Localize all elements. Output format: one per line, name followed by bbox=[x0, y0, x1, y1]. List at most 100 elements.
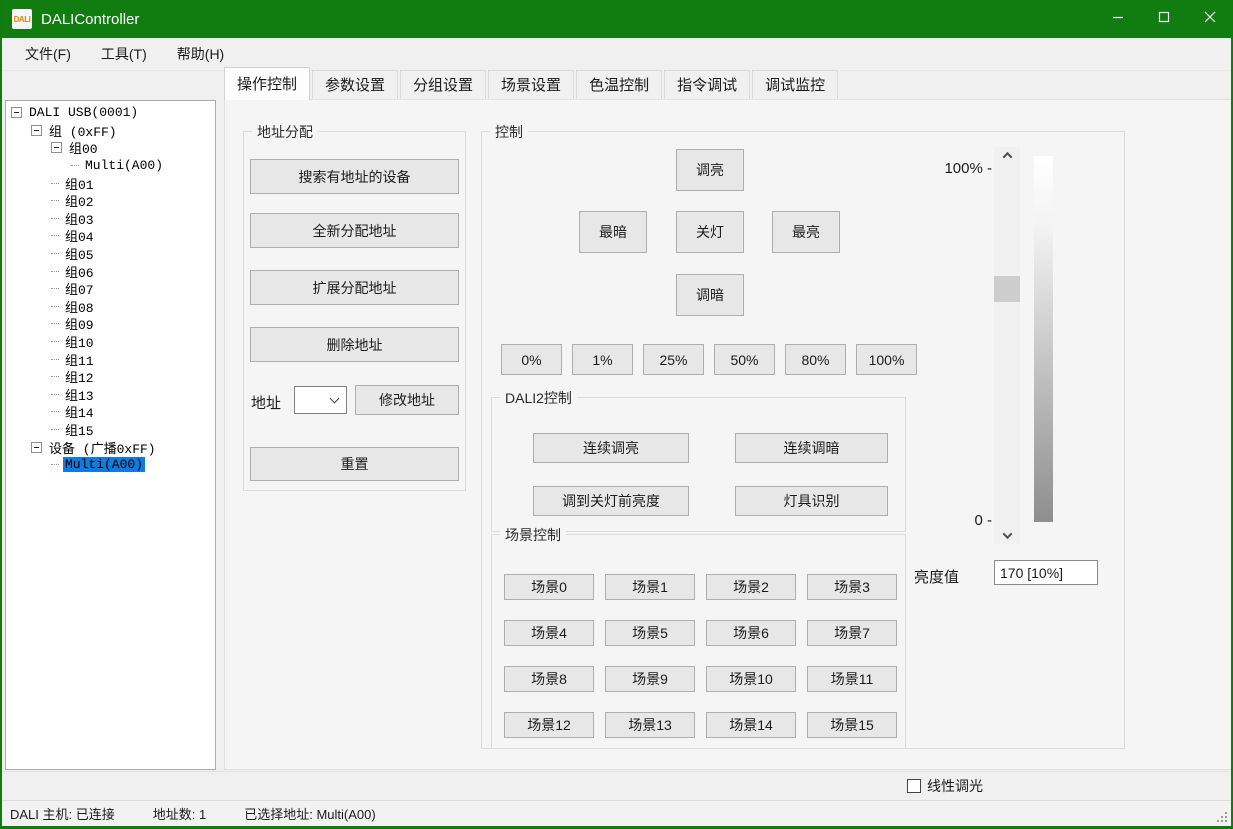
tab-5[interactable]: 指令调试 bbox=[664, 70, 750, 99]
scene-button-12[interactable]: 场景12 bbox=[504, 712, 594, 738]
tree-item[interactable]: 组13 bbox=[6, 386, 215, 404]
min-brightness-button[interactable]: 最暗 bbox=[579, 211, 647, 253]
scene-buttons: 场景0 场景1 场景2 场景3 场景4 场景5 场景6 场景7 场景8 场景9 场景10 场景11 场景… bbox=[504, 574, 897, 738]
minus-glyph bbox=[34, 130, 39, 131]
tree-item[interactable]: 组03 bbox=[6, 210, 215, 228]
tree-item[interactable]: 组11 bbox=[6, 350, 215, 368]
scene-button-2[interactable]: 场景2 bbox=[706, 574, 796, 600]
tree-item[interactable]: 组08 bbox=[6, 298, 215, 316]
menu-item-0[interactable]: 文件(F) bbox=[10, 37, 86, 71]
tree-item-label: 组 (0xFF) bbox=[47, 121, 119, 140]
scene-button-1[interactable]: 场景1 bbox=[605, 574, 695, 600]
menu-item-1[interactable]: 工具(T) bbox=[86, 37, 162, 71]
tree-item[interactable]: 组06 bbox=[6, 262, 215, 280]
scene-button-11[interactable]: 场景11 bbox=[807, 666, 897, 692]
dali2-button-1[interactable]: 连续调暗 bbox=[735, 433, 888, 463]
tree-item[interactable]: 组15 bbox=[6, 421, 215, 439]
scene-button-4[interactable]: 场景4 bbox=[504, 620, 594, 646]
scene-button-13[interactable]: 场景13 bbox=[605, 712, 695, 738]
percent-button-3[interactable]: 50% bbox=[714, 344, 775, 375]
tree-item[interactable]: 设备 (广播0xFF) bbox=[6, 438, 215, 456]
address-button-1[interactable]: 全新分配地址 bbox=[250, 213, 459, 248]
minimize-button[interactable] bbox=[1095, 0, 1141, 38]
reset-button[interactable]: 重置 bbox=[250, 447, 459, 481]
address-button-3[interactable]: 删除地址 bbox=[250, 327, 459, 362]
tree-item-label: 组14 bbox=[63, 402, 96, 421]
modify-address-button[interactable]: 修改地址 bbox=[355, 385, 459, 415]
window-title: DALIController bbox=[41, 11, 139, 28]
tree-item[interactable]: 组14 bbox=[6, 403, 215, 421]
scrollbar-thumb[interactable] bbox=[994, 276, 1020, 302]
tree-item[interactable]: 组10 bbox=[6, 333, 215, 351]
dali2-button-3[interactable]: 灯具识别 bbox=[735, 486, 888, 516]
scene-button-0[interactable]: 场景0 bbox=[504, 574, 594, 600]
scene-button-10[interactable]: 场景10 bbox=[706, 666, 796, 692]
tab-3[interactable]: 场景设置 bbox=[488, 70, 574, 99]
tree-expander-icon[interactable] bbox=[31, 125, 42, 136]
scene-button-7[interactable]: 场景7 bbox=[807, 620, 897, 646]
scene-button-14[interactable]: 场景14 bbox=[706, 712, 796, 738]
tree-item[interactable]: 组00 bbox=[6, 139, 215, 157]
brightness-scrollbar[interactable] bbox=[994, 147, 1020, 544]
lamp-off-button[interactable]: 关灯 bbox=[676, 211, 744, 253]
percent-button-5[interactable]: 100% bbox=[856, 344, 917, 375]
linear-dimming-checkbox[interactable] bbox=[907, 779, 921, 793]
tree-item[interactable]: DALI USB(0001) bbox=[6, 104, 215, 122]
tab-4[interactable]: 色温控制 bbox=[576, 70, 662, 99]
tree-item[interactable]: Multi(A00) bbox=[6, 157, 215, 175]
tree-connector bbox=[51, 341, 59, 342]
maximize-button[interactable] bbox=[1141, 0, 1187, 38]
tree-item[interactable]: 组05 bbox=[6, 245, 215, 263]
tree-item-label: 组03 bbox=[63, 209, 96, 228]
address-group-title: 地址分配 bbox=[252, 122, 318, 142]
menu-item-2[interactable]: 帮助(H) bbox=[162, 37, 239, 71]
dim-button[interactable]: 调暗 bbox=[676, 274, 744, 316]
max-brightness-button[interactable]: 最亮 bbox=[772, 211, 840, 253]
tab-1[interactable]: 参数设置 bbox=[312, 70, 398, 99]
dali2-button-0[interactable]: 连续调亮 bbox=[533, 433, 689, 463]
tree-connector bbox=[51, 306, 59, 307]
tree-connector bbox=[51, 235, 59, 236]
tree-item[interactable]: 组02 bbox=[6, 192, 215, 210]
tab-2[interactable]: 分组设置 bbox=[400, 70, 486, 99]
brighten-button[interactable]: 调亮 bbox=[676, 149, 744, 191]
scene-button-9[interactable]: 场景9 bbox=[605, 666, 695, 692]
close-button[interactable] bbox=[1187, 0, 1233, 38]
tree-item-label: 组15 bbox=[63, 420, 96, 439]
address-button-2[interactable]: 扩展分配地址 bbox=[250, 270, 459, 305]
device-tree: DALI USB(0001)组 (0xFF)组00Multi(A00)组01组0… bbox=[5, 100, 216, 770]
scene-button-15[interactable]: 场景15 bbox=[807, 712, 897, 738]
address-assignment-group: 地址分配 搜索有地址的设备全新分配地址扩展分配地址删除地址 地址 修改地址 重置 bbox=[243, 131, 466, 491]
scene-button-6[interactable]: 场景6 bbox=[706, 620, 796, 646]
dali2-button-2[interactable]: 调到关灯前亮度 bbox=[533, 486, 689, 516]
address-button-0[interactable]: 搜索有地址的设备 bbox=[250, 159, 459, 194]
scene-button-8[interactable]: 场景8 bbox=[504, 666, 594, 692]
scroll-down-button[interactable] bbox=[994, 527, 1020, 544]
scroll-up-button[interactable] bbox=[994, 147, 1020, 164]
tree-item[interactable]: 组09 bbox=[6, 315, 215, 333]
percent-button-0[interactable]: 0% bbox=[501, 344, 562, 375]
tab-6[interactable]: 调试监控 bbox=[752, 70, 838, 99]
tree-item[interactable]: 组 (0xFF) bbox=[6, 122, 215, 140]
tree-expander-icon[interactable] bbox=[51, 142, 62, 153]
tab-0[interactable]: 操作控制 bbox=[224, 67, 310, 100]
percent-button-1[interactable]: 1% bbox=[572, 344, 633, 375]
tree-item[interactable]: 组01 bbox=[6, 174, 215, 192]
tree-item[interactable]: 组07 bbox=[6, 280, 215, 298]
percent-button-4[interactable]: 80% bbox=[785, 344, 846, 375]
tree-item[interactable]: Multi(A00) bbox=[6, 456, 215, 474]
tree-expander-icon[interactable] bbox=[11, 107, 22, 118]
scene-button-3[interactable]: 场景3 bbox=[807, 574, 897, 600]
percent-button-2[interactable]: 25% bbox=[643, 344, 704, 375]
brightness-value-field[interactable]: 170 [10%] bbox=[994, 560, 1098, 585]
resize-grip[interactable] bbox=[1213, 808, 1227, 822]
dali2-buttons: 连续调亮 连续调暗调到关灯前亮度 灯具识别 bbox=[533, 433, 888, 516]
address-combobox[interactable] bbox=[294, 386, 347, 414]
status-item-2: 已选择地址: Multi(A00) bbox=[244, 804, 375, 823]
tree-item[interactable]: 组12 bbox=[6, 368, 215, 386]
tree-expander-icon[interactable] bbox=[31, 442, 42, 453]
tree-item[interactable]: 组04 bbox=[6, 227, 215, 245]
scene-button-5[interactable]: 场景5 bbox=[605, 620, 695, 646]
linear-dimming-control[interactable]: 线性调光 bbox=[907, 776, 983, 796]
tab-strip: 操作控制参数设置分组设置场景设置色温控制指令调试调试监控 bbox=[224, 72, 840, 99]
